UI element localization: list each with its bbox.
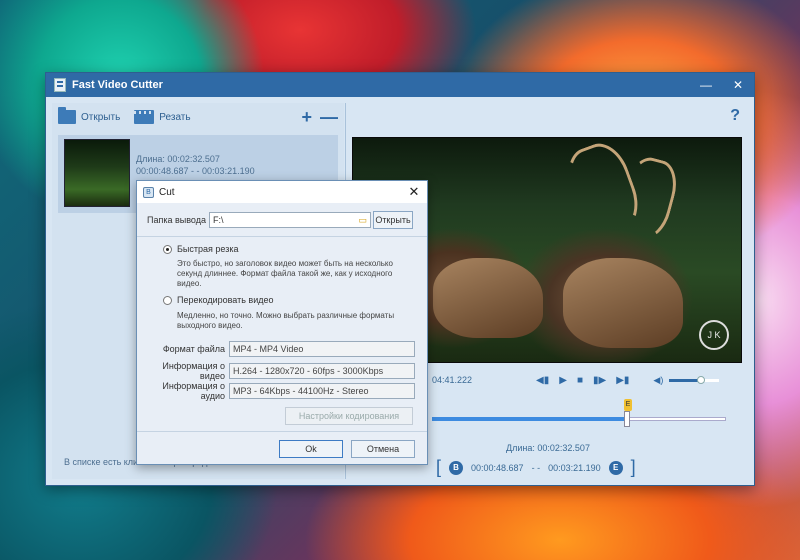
remove-clip-button[interactable]: — [320, 107, 338, 128]
add-clip-button[interactable]: + [301, 107, 312, 128]
output-folder-label: Папка вывода [147, 215, 206, 225]
end-icon[interactable]: E [608, 460, 623, 475]
film-icon [134, 110, 155, 124]
open-label: Открыть [81, 111, 121, 123]
divider [137, 431, 427, 432]
video-content-stag [563, 258, 683, 348]
range-start: 00:00:48.687 [471, 462, 524, 473]
ok-button[interactable]: Ok [279, 440, 343, 458]
range-separator: - - [531, 462, 541, 473]
fast-cut-option[interactable]: Быстрая резка [163, 244, 238, 254]
fast-cut-label: Быстрая резка [177, 244, 239, 254]
folder-browse-icon[interactable]: ▭ [358, 213, 367, 227]
format-field[interactable]: MP4 - MP4 Video [229, 341, 415, 357]
dialog-close-button[interactable]: ✕ [401, 184, 427, 200]
clip-thumbnail [64, 139, 130, 207]
dialog-title: Cut [159, 186, 175, 198]
clip-range: 00:00:48.687 - - 00:03:21.190 [136, 166, 255, 176]
video-content-deer [433, 258, 543, 338]
help-icon[interactable]: ? [730, 107, 740, 125]
range-end: 00:03:21.190 [548, 462, 601, 473]
volume-icon[interactable]: ◀) [653, 375, 663, 386]
folder-icon [58, 107, 76, 124]
app-icon [54, 78, 66, 92]
close-window-button[interactable]: ✕ [722, 73, 754, 97]
end-icon[interactable]: ▶▮ [616, 375, 629, 386]
volume-knob[interactable] [697, 375, 706, 384]
open-folder-button[interactable]: Открыть [373, 211, 413, 229]
dialog-titlebar[interactable]: B Cut ✕ [137, 181, 427, 203]
timeline-handle[interactable] [624, 411, 630, 427]
window-title: Fast Video Cutter [72, 79, 163, 91]
minimize-button[interactable]: — [690, 73, 722, 97]
dialog-app-icon: B [143, 186, 154, 198]
audio-info-field[interactable]: MP3 - 64Kbps - 44100Hz - Stereo [229, 383, 415, 399]
next-frame-icon[interactable]: ▮▶ [593, 375, 606, 386]
watermark-logo: J K [699, 320, 729, 350]
end-marker[interactable]: E [624, 399, 632, 411]
reencode-radio[interactable] [163, 295, 172, 305]
video-info-field[interactable]: H.264 - 1280x720 - 60fps - 3000Kbps [229, 363, 415, 379]
fast-cut-description: Это быстро, но заголовок видео может быт… [177, 259, 393, 288]
reencode-label: Перекодировать видео [177, 295, 274, 305]
clip-duration: Длина: 00:02:32.507 [136, 154, 220, 164]
open-button[interactable]: Открыть [58, 107, 121, 124]
output-folder-value: F:\ [213, 215, 224, 225]
volume-slider[interactable] [669, 375, 720, 384]
format-label: Формат файла [162, 344, 225, 354]
prev-frame-icon[interactable]: ◀▮ [536, 375, 549, 386]
video-info-label: Информация о видео [162, 361, 225, 381]
divider [137, 236, 427, 237]
play-icon[interactable]: ▶ [559, 375, 567, 386]
current-time: 04:41.222 [432, 375, 473, 385]
cut-button[interactable]: Резать [134, 110, 191, 124]
toolbar: Открыть Резать + — [52, 103, 344, 131]
stop-icon[interactable]: ■ [577, 375, 583, 386]
timeline-fill [432, 417, 626, 421]
cut-label: Резать [159, 111, 191, 123]
audio-info-label: Информация о аудио [162, 381, 225, 401]
start-icon[interactable]: B [449, 460, 464, 475]
set-end-bracket[interactable]: ] [631, 457, 636, 478]
encoding-settings-button[interactable]: Настройки кодирования [285, 407, 413, 425]
fast-cut-radio[interactable] [163, 244, 172, 254]
cut-dialog: B Cut ✕ Папка вывода F:\ ▭ Открыть Быстр… [136, 180, 428, 465]
reencode-description: Медленно, но точно. Можно выбрать различ… [177, 311, 395, 330]
reencode-option[interactable]: Перекодировать видео [163, 295, 274, 305]
title-bar[interactable]: Fast Video Cutter — ✕ [46, 73, 754, 97]
output-folder-field[interactable]: F:\ ▭ [209, 212, 371, 228]
cancel-button[interactable]: Отмена [351, 440, 415, 458]
set-start-bracket[interactable]: [ [436, 457, 441, 478]
